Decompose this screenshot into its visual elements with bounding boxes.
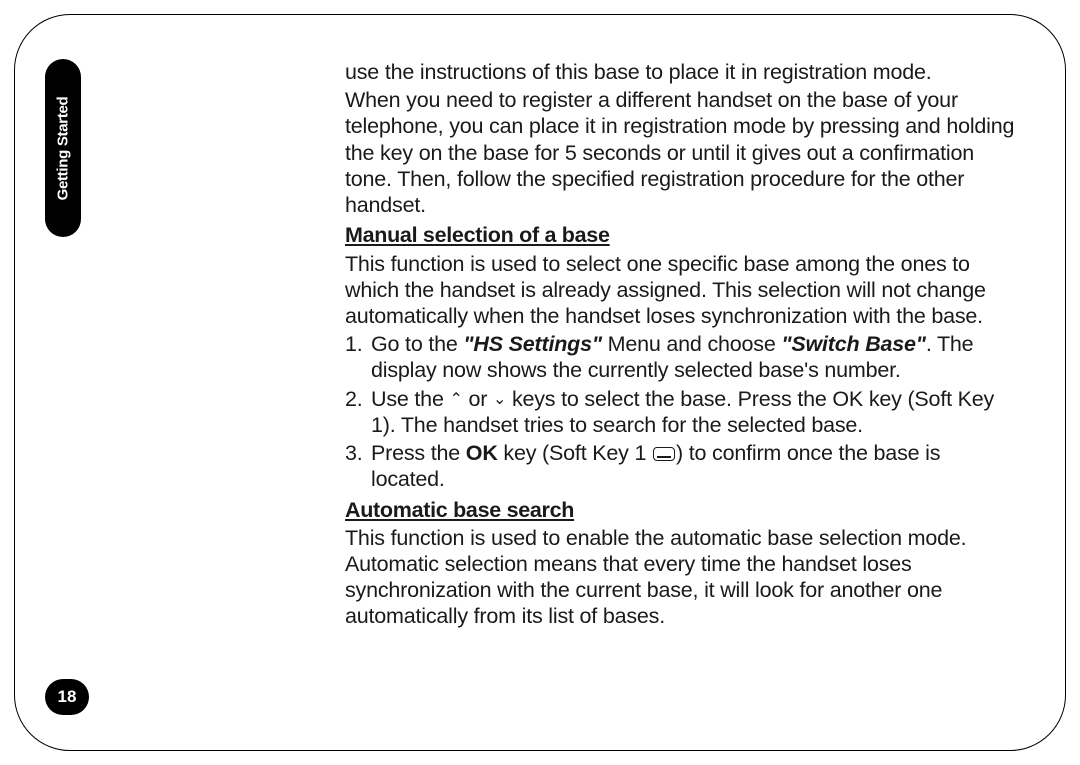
section-tab: Getting Started (45, 59, 81, 237)
step-1: Go to the "HS Settings" Menu and choose … (371, 331, 1017, 383)
step-3-text-a: Press the (371, 441, 466, 465)
content-area: use the instructions of this base to pla… (345, 59, 1017, 632)
step-1-text-a: Go to the (371, 332, 463, 356)
page-number: 18 (58, 687, 77, 707)
step-3-ok: OK (466, 441, 498, 465)
heading-manual-selection: Manual selection of a base (345, 222, 1017, 248)
step-1-text-b: Menu and choose (602, 332, 781, 356)
intro-paragraph-1: use the instructions of this base to pla… (345, 59, 1017, 85)
down-caret-icon: ⌄ (493, 390, 506, 410)
step-2: Use the ⌃ or ⌄ keys to select the base. … (371, 386, 1017, 438)
page-number-badge: 18 (45, 679, 89, 715)
step-1-hs-settings: "HS Settings" (463, 332, 601, 356)
softkey-icon (653, 447, 675, 461)
page-frame: Getting Started 18 use the instructions … (14, 14, 1066, 751)
manual-selection-intro: This function is used to select one spec… (345, 251, 1017, 330)
intro-paragraph-2: When you need to register a different ha… (345, 87, 1017, 218)
step-2-text-a: Use the (371, 387, 449, 411)
section-tab-label: Getting Started (55, 96, 72, 200)
up-caret-icon: ⌃ (449, 390, 462, 410)
manual-selection-steps: Go to the "HS Settings" Menu and choose … (345, 331, 1017, 492)
heading-automatic-base-search: Automatic base search (345, 497, 1017, 523)
step-1-switch-base: "Switch Base" (781, 332, 925, 356)
step-2-text-b: or (463, 387, 493, 411)
automatic-base-intro: This function is used to enable the auto… (345, 525, 1017, 630)
step-3-text-b: key (Soft Key 1 (498, 441, 652, 465)
step-3: Press the OK key (Soft Key 1 ) to confir… (371, 440, 1017, 492)
